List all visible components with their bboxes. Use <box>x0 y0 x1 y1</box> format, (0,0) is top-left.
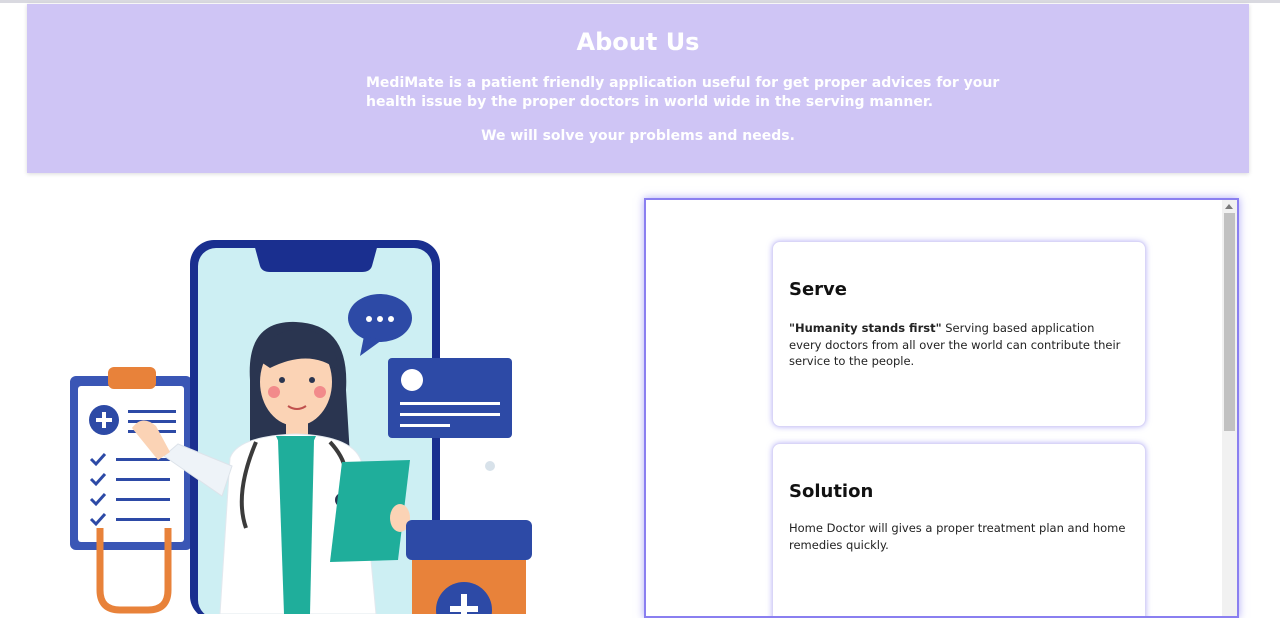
solution-card-title: Solution <box>789 481 874 502</box>
doctor-illustration <box>60 230 540 614</box>
solution-card: Solution Home Doctor will gives a proper… <box>772 443 1146 616</box>
panel-scrollbar[interactable] <box>1222 200 1237 616</box>
top-border <box>0 0 1280 3</box>
about-us-title: About Us <box>576 28 700 56</box>
scroll-up-arrow-icon[interactable] <box>1225 204 1233 209</box>
scroll-thumb[interactable] <box>1224 213 1235 431</box>
about-us-section: About Us MediMate is a patient friendly … <box>27 4 1249 173</box>
serve-card-quote: "Humanity stands first" <box>789 321 942 335</box>
doctor-on-phone-illustration-icon <box>70 240 532 614</box>
serve-card-text: "Humanity stands first" Serving based ap… <box>789 320 1129 370</box>
serve-card: Serve "Humanity stands first" Serving ba… <box>772 241 1146 427</box>
about-description: MediMate is a patient friendly applicati… <box>366 75 1000 110</box>
features-scroll-panel[interactable]: Serve "Humanity stands first" Serving ba… <box>644 198 1239 618</box>
serve-card-title: Serve <box>789 279 847 300</box>
solution-card-text: Home Doctor will gives a proper treatmen… <box>789 521 1126 552</box>
about-tagline: We will solve your problems and needs. <box>481 128 795 144</box>
